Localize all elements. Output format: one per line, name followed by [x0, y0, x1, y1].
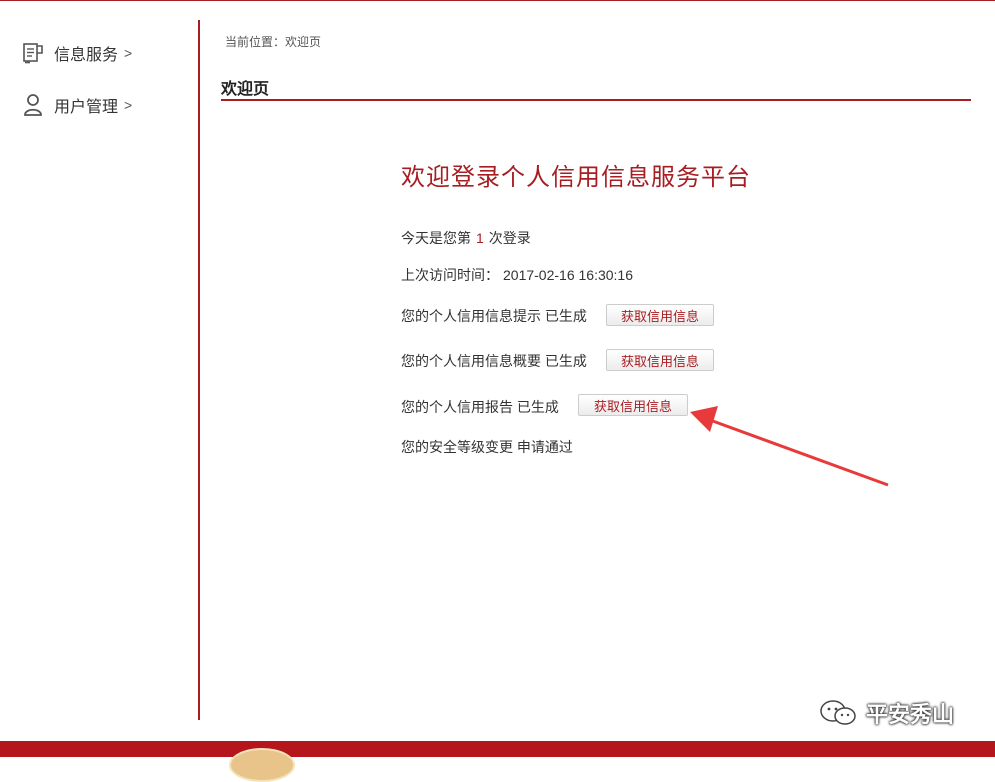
footer-emblem-icon [229, 748, 295, 782]
last-visit-label: 上次访问时间： [401, 267, 499, 283]
login-count-prefix: 今天是您第 [401, 230, 471, 246]
watermark-text: 平安秀山 [866, 702, 955, 727]
credit-summary-line: 您的个人信用信息概要 已生成 [401, 353, 587, 369]
sidebar-item-user-management[interactable]: 用户管理 > [22, 92, 132, 118]
chevron-right-icon: > [124, 45, 133, 61]
document-icon [22, 41, 44, 65]
credit-hint-line: 您的个人信用信息提示 已生成 [401, 308, 587, 324]
login-count-suffix: 次登录 [488, 230, 531, 246]
chevron-right-icon: > [124, 97, 133, 113]
get-credit-info-button-hint[interactable]: 获取信用信息 [606, 304, 714, 326]
sidebar-item-info-service[interactable]: 信息服务 > [22, 40, 132, 66]
login-count-line: 今天是您第 1 次登录 [401, 228, 531, 248]
breadcrumb: 当前位置：欢迎页 [225, 35, 322, 49]
get-credit-info-button-summary[interactable]: 获取信用信息 [606, 349, 714, 371]
page-title: 欢迎页 [221, 81, 270, 98]
welcome-heading: 欢迎登录个人信用信息服务平台 [401, 164, 751, 191]
login-count-value: 1 [476, 230, 484, 246]
last-visit-time: 2017-02-16 16:30:16 [503, 267, 633, 283]
sidebar-item-label: 信息服务 [54, 47, 119, 64]
wechat-icon [820, 700, 856, 725]
get-credit-info-button-report[interactable]: 获取信用信息 [578, 394, 688, 416]
credit-report-line: 您的个人信用报告 已生成 [401, 399, 559, 415]
watermark: 平安秀山 [818, 697, 954, 729]
title-divider [221, 99, 971, 101]
sidebar-divider [198, 20, 200, 720]
sidebar: 信息服务 > 用户管理 > [0, 2, 198, 720]
user-icon [22, 93, 44, 117]
top-border [0, 0, 995, 1]
sidebar-item-label: 用户管理 [54, 99, 119, 116]
footer-bar [0, 741, 995, 757]
last-visit-line: 上次访问时间： 2017-02-16 16:30:16 [401, 265, 633, 285]
security-level-line: 您的安全等级变更 申请通过 [401, 439, 573, 455]
